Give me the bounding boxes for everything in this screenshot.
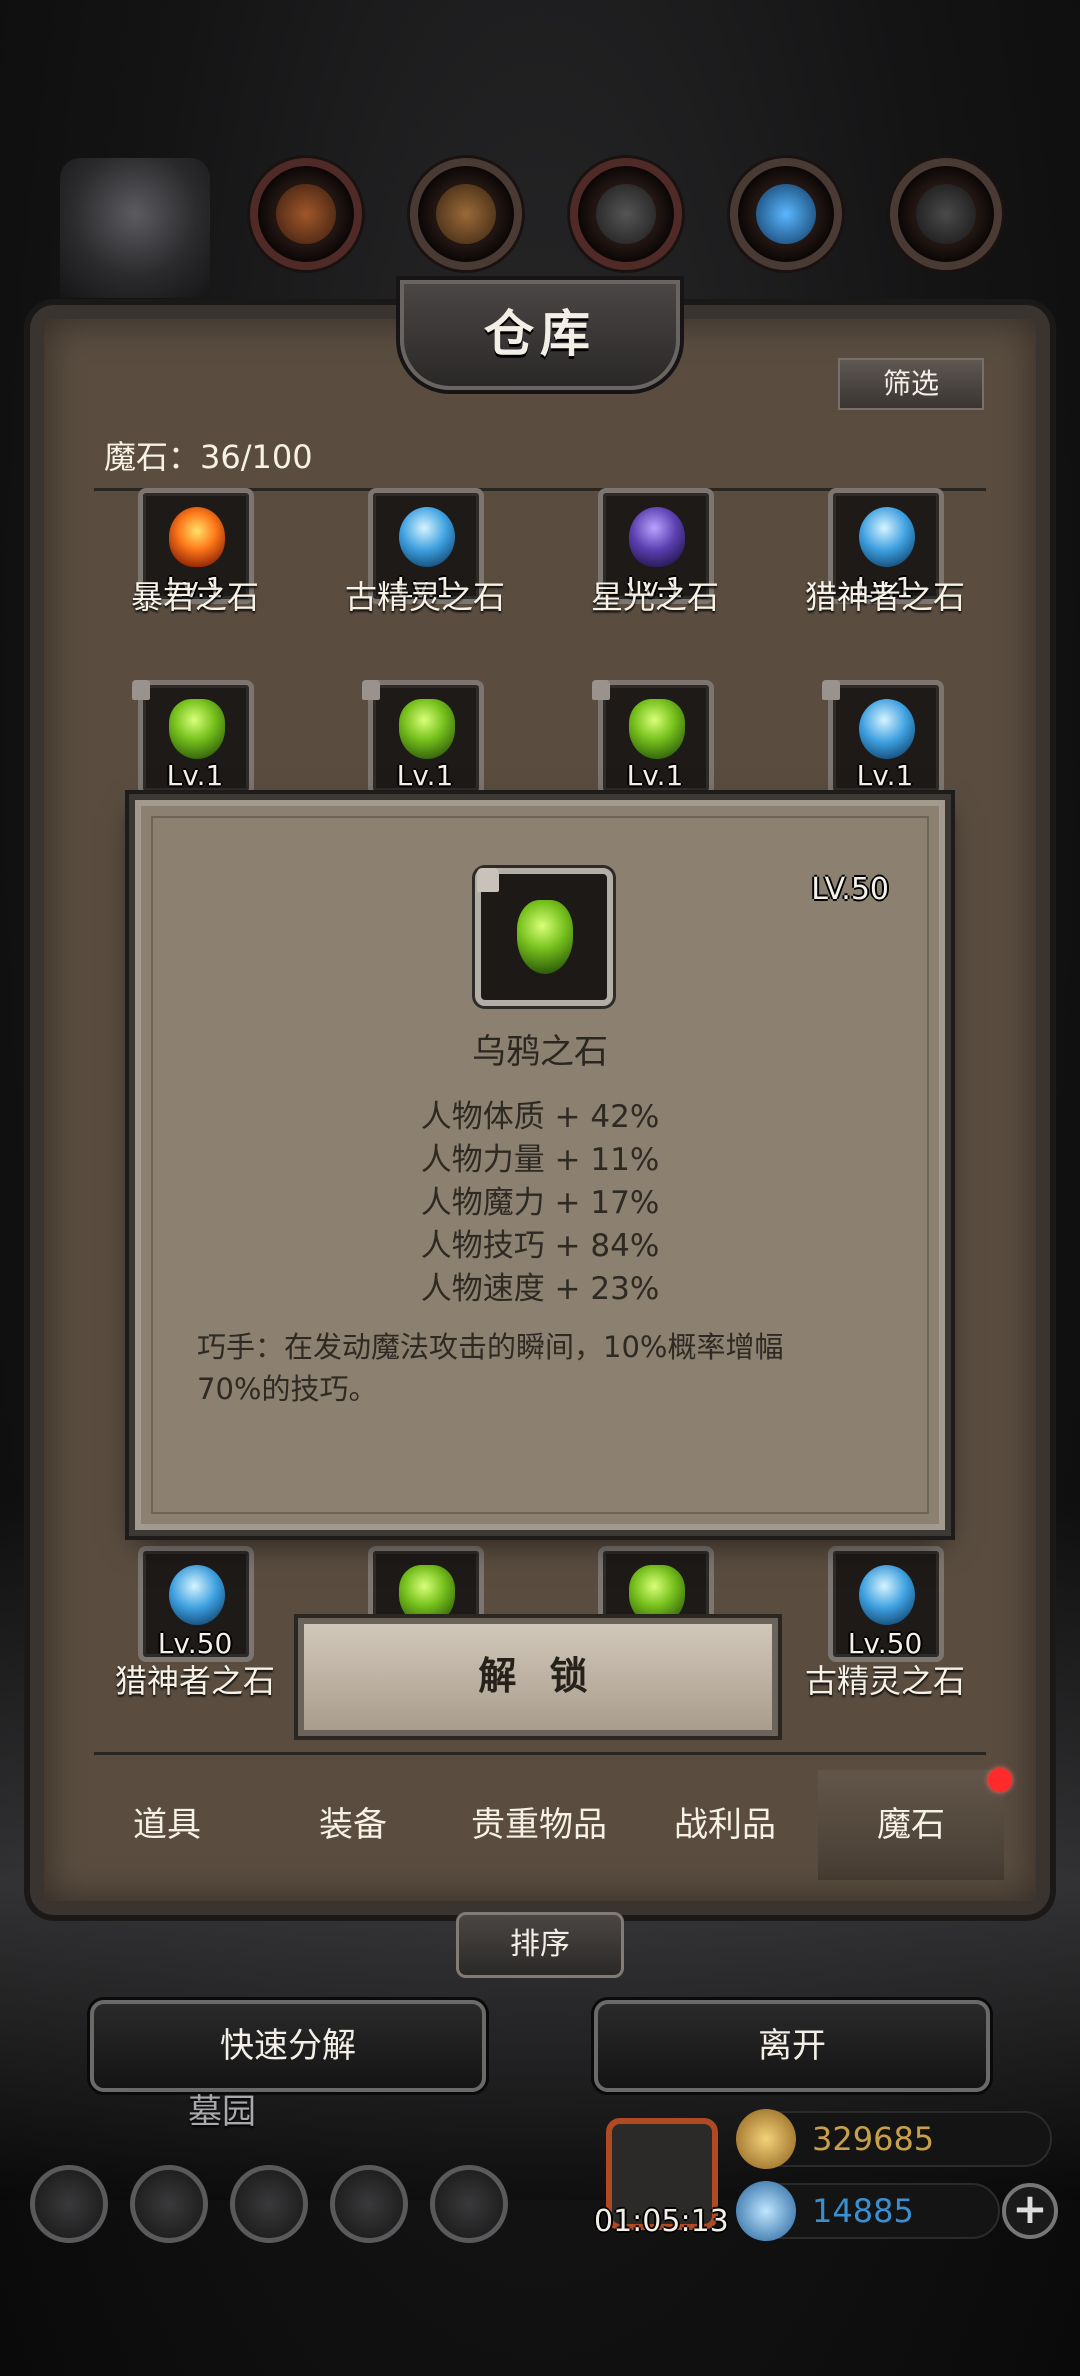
skill-description: 巧手：在发动魔法攻击的瞬间，10%概率增幅 70%的技巧。 (197, 1326, 897, 1410)
mail-icon[interactable] (330, 2165, 408, 2243)
tab-valuables[interactable]: 贵重物品 (446, 1770, 632, 1880)
gold-amount: 329685 (812, 2120, 935, 2158)
warehouse-tabs: 道具 装备 贵重物品 战利品 魔石 (74, 1770, 1004, 1880)
tab-items[interactable]: 道具 (74, 1770, 260, 1880)
blue-orb-icon (399, 507, 455, 567)
helmet-icon[interactable] (60, 158, 210, 298)
stone-item[interactable]: Lv.50 (132, 1546, 258, 1662)
lock-icon (592, 680, 610, 700)
sort-button[interactable]: 排序 (456, 1912, 624, 1978)
stone-item[interactable]: Lv.1 (132, 680, 258, 796)
skills-icon[interactable] (430, 2165, 508, 2243)
armor-icon[interactable] (250, 158, 362, 270)
blue-claw-gem-icon (859, 507, 915, 567)
stone-name: 星光之石 (590, 578, 719, 616)
green-crystal-icon (169, 699, 225, 759)
stat-skill: 人物技巧 + 84% (420, 1228, 660, 1264)
quick-decompose-button[interactable]: 快速分解 (90, 2000, 486, 2092)
stat-strength: 人物力量 + 11% (420, 1142, 660, 1178)
gift-timer: 01:05:13 (594, 2204, 729, 2239)
tab-loot[interactable]: 战利品 (632, 1770, 818, 1880)
stone-item[interactable]: Lv.1 (362, 680, 488, 796)
stone-name: 猎神者之石 (114, 1662, 275, 1700)
stone-level: Lv.1 (166, 759, 224, 792)
stone-level: Lv.1 (626, 759, 684, 792)
gold-icon (736, 2109, 796, 2169)
lock-icon (362, 680, 380, 700)
gem-icon[interactable] (890, 158, 1002, 270)
notification-dot (988, 1768, 1012, 1792)
divider (94, 1752, 986, 1755)
add-gems-button[interactable]: + (1002, 2183, 1058, 2239)
unlock-button[interactable]: 解 锁 (298, 1618, 778, 1736)
stone-detail-popup: LV.50 乌鸦之石 人物体质 + 42% 人物力量 + 11% 人物魔力 + … (135, 800, 945, 1530)
green-crystal-icon (399, 699, 455, 759)
lock-icon (477, 868, 499, 892)
stone-count: 魔石：36/100 (104, 438, 313, 476)
settings-icon[interactable] (30, 2165, 108, 2243)
page-title: 仓库 (484, 305, 596, 363)
stone-level: Lv.1 (396, 759, 454, 792)
stone-name: 古精灵之石 (344, 578, 505, 616)
stone-item[interactable]: Lv.1 (592, 680, 718, 796)
lock-icon (132, 680, 150, 700)
detail-level: LV.50 (811, 872, 889, 907)
stat-list: 人物体质 + 42% 人物力量 + 11% 人物魔力 + 17% 人物技巧 + … (141, 1096, 939, 1311)
tab-magic-stones[interactable]: 魔石 (818, 1770, 1004, 1880)
leave-button[interactable]: 离开 (594, 2000, 990, 2092)
achievement-icon[interactable] (130, 2165, 208, 2243)
stone-level: Lv.1 (856, 759, 914, 792)
detail-stone-name: 乌鸦之石 (472, 1032, 608, 1072)
lock-icon (822, 680, 840, 700)
category-bar (40, 150, 1040, 300)
gem-amount: 14885 (812, 2192, 914, 2230)
green-crystal-icon (629, 699, 685, 759)
gem-currency-icon (736, 2181, 796, 2241)
stone-name: 猎神者之石 (804, 578, 965, 616)
tab-equipment[interactable]: 装备 (260, 1770, 446, 1880)
stat-magic: 人物魔力 + 17% (420, 1185, 660, 1221)
stone-item[interactable]: Lv.1 (822, 680, 948, 796)
blue-orb-icon (859, 699, 915, 759)
weapon-icon[interactable] (410, 158, 522, 270)
gem-bar: 14885 (736, 2181, 1000, 2241)
gold-bar: 329685 (736, 2109, 1052, 2169)
filter-button[interactable]: 筛选 (838, 358, 984, 410)
stat-constitution: 人物体质 + 42% (420, 1099, 660, 1135)
crystal-icon[interactable] (730, 158, 842, 270)
purple-gem-icon (629, 507, 685, 567)
skill-line: 巧手：在发动魔法攻击的瞬间，10%概率增幅 (197, 1330, 784, 1364)
green-crystal-icon (399, 1565, 455, 1625)
boots-icon[interactable] (570, 158, 682, 270)
skill-line: 70%的技巧。 (197, 1372, 378, 1406)
stone-name: 古精灵之石 (804, 1662, 965, 1700)
codex-icon[interactable] (230, 2165, 308, 2243)
blue-claw-gem-icon (169, 1565, 225, 1625)
stat-speed: 人物速度 + 23% (420, 1271, 660, 1307)
green-crystal-icon (517, 900, 573, 974)
location-label: 墓园 (188, 2092, 256, 2132)
stone-name: 暴君之石 (130, 578, 259, 616)
fire-gem-icon (169, 507, 225, 567)
blue-orb-icon (859, 1565, 915, 1625)
green-crystal-icon (629, 1565, 685, 1625)
stone-item[interactable]: Lv.50 (822, 1546, 948, 1662)
